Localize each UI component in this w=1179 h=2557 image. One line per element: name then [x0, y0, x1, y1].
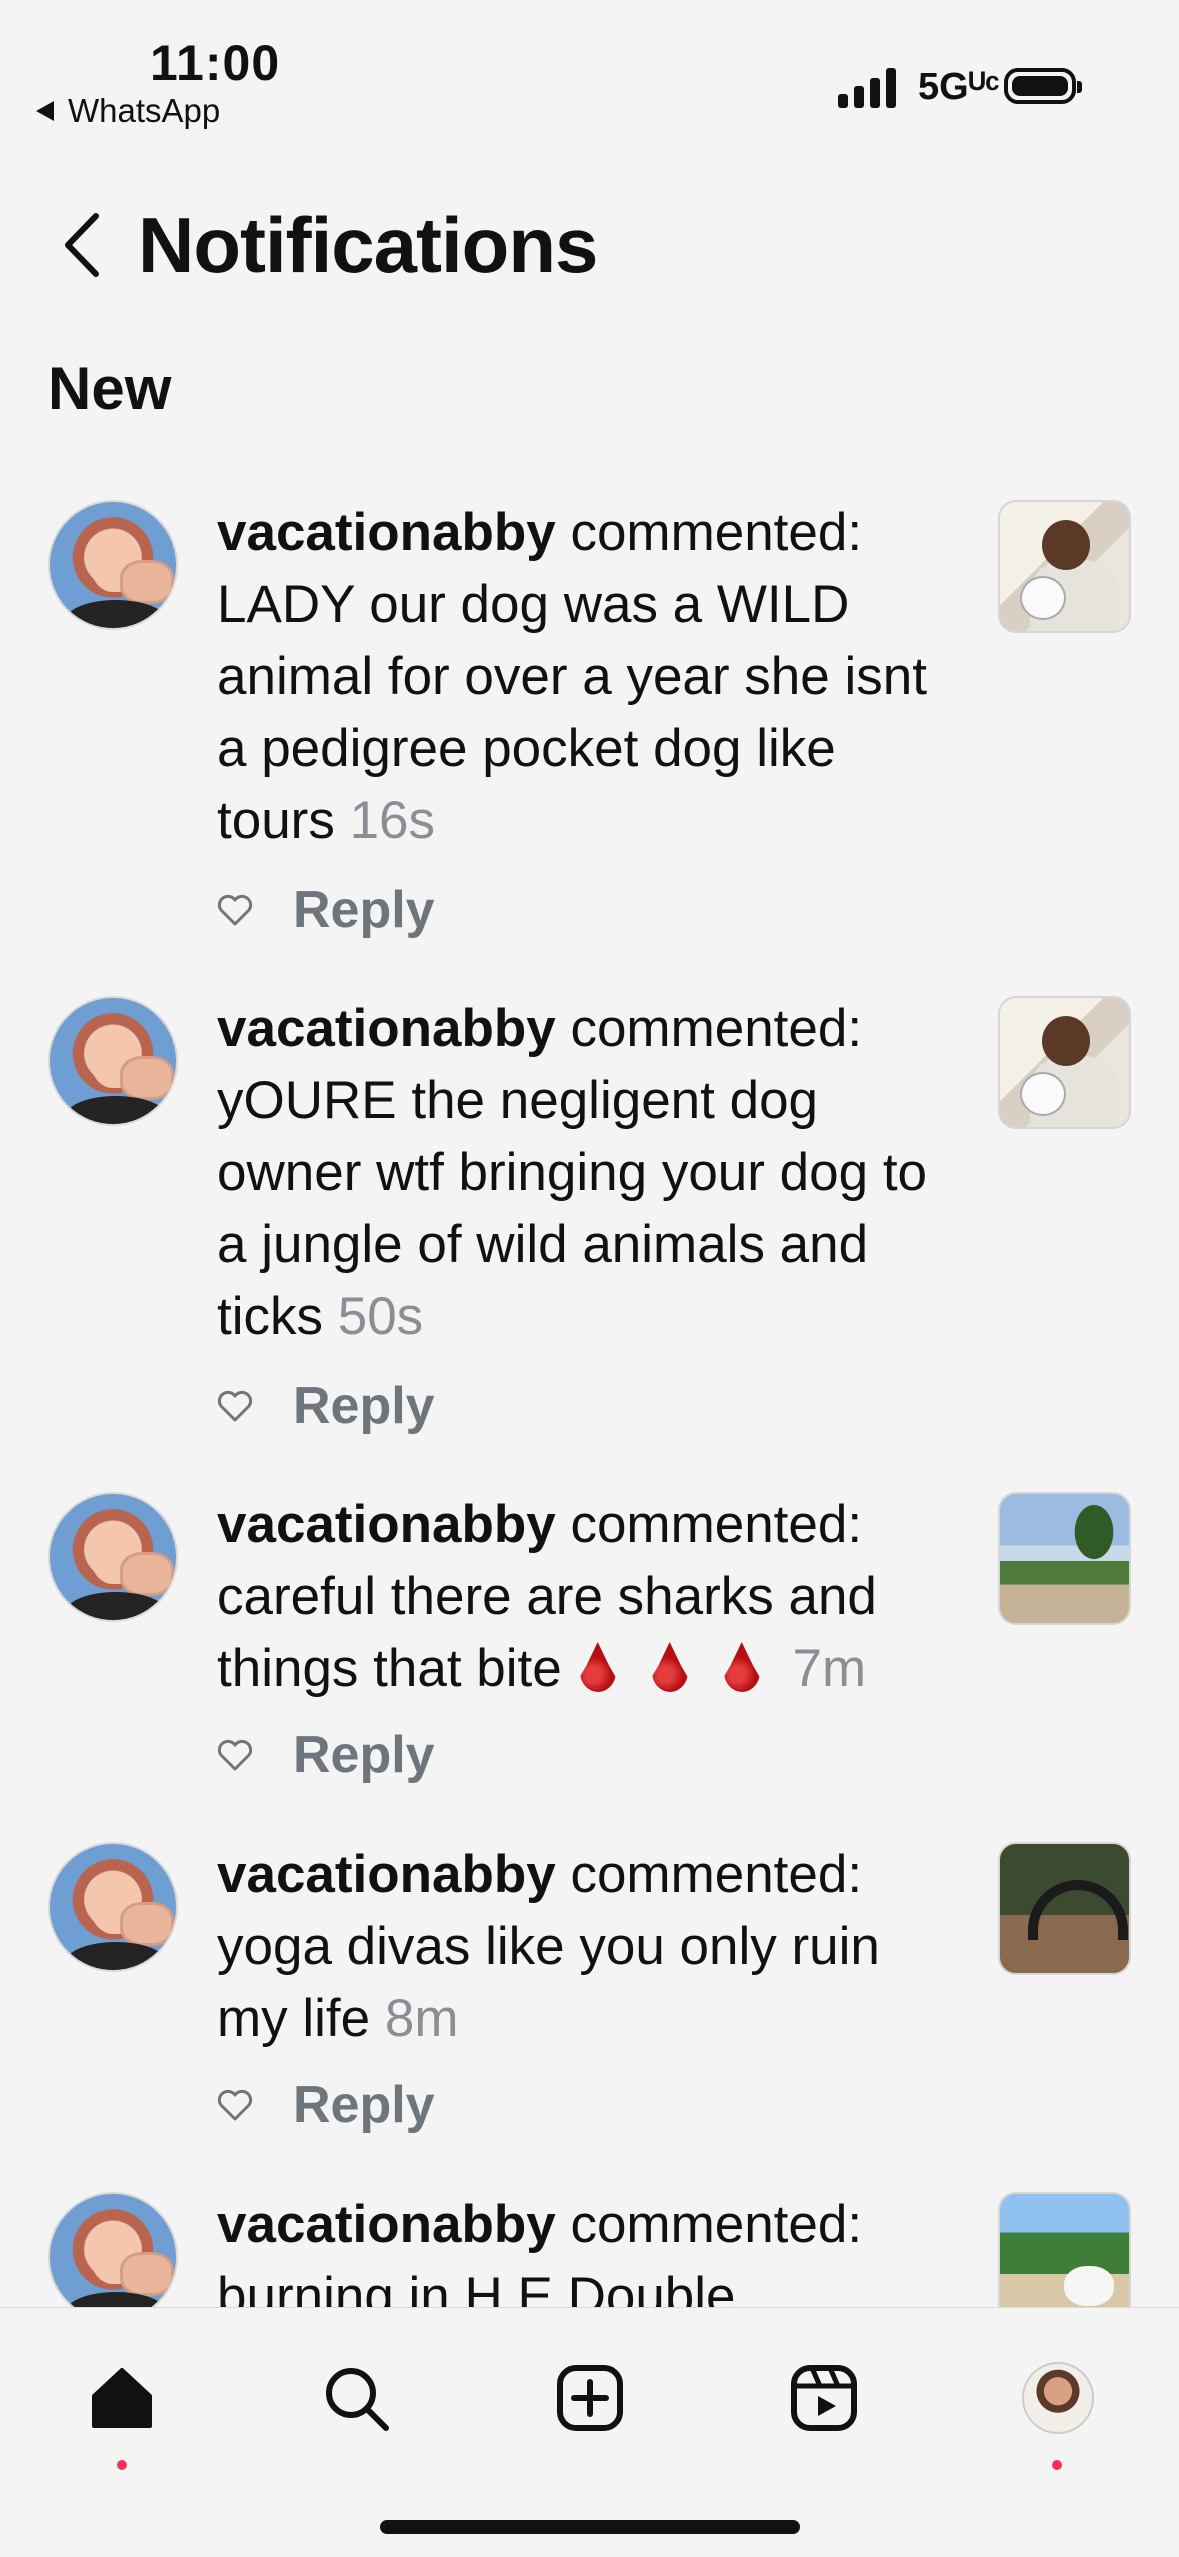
back-chevron-icon[interactable] — [60, 212, 104, 278]
reply-button[interactable]: Reply — [293, 1376, 435, 1436]
avatar[interactable] — [48, 996, 178, 1126]
blood-drop-icon — [579, 1642, 616, 1692]
username[interactable]: vacationabby — [217, 503, 556, 562]
timestamp: 8m — [384, 1989, 459, 2048]
reply-button[interactable]: Reply — [293, 2075, 435, 2135]
blood-drop-icon — [651, 1642, 688, 1692]
back-to-app-button[interactable]: WhatsApp — [36, 92, 220, 130]
search-icon — [326, 2368, 389, 2431]
username[interactable]: vacationabby — [217, 1845, 556, 1904]
section-label-new: New — [48, 355, 172, 422]
tab-reels[interactable] — [774, 2348, 874, 2448]
battery-icon — [1004, 68, 1082, 104]
post-thumbnail[interactable] — [998, 2192, 1131, 2307]
notification-item[interactable]: vacationabby commented: LADY our dog was… — [0, 485, 1179, 981]
notification-dot — [1052, 2460, 1062, 2470]
comment-text: yoga divas like you only ruin my life — [217, 1917, 880, 2048]
comment-text: LADY our dog was a WILD animal for over … — [217, 575, 927, 850]
notification-text: vacationabby commented: burning in H.E D… — [217, 2189, 957, 2307]
username[interactable]: vacationabby — [217, 2195, 556, 2254]
notifications-list[interactable]: vacationabby commented: LADY our dog was… — [0, 485, 1179, 2307]
heart-icon[interactable] — [217, 1738, 253, 1772]
notification-item[interactable]: vacationabby commented: yOURE the neglig… — [0, 981, 1179, 1477]
status-time: 11:00 — [150, 35, 281, 91]
username[interactable]: vacationabby — [217, 1495, 556, 1554]
post-thumbnail[interactable] — [998, 996, 1131, 1129]
heart-icon[interactable] — [217, 893, 253, 927]
network-type: 5Gᵁᶜ — [918, 66, 1000, 108]
blood-drop-icon — [723, 1642, 760, 1692]
reels-icon — [791, 2365, 857, 2431]
post-thumbnail[interactable] — [998, 1492, 1131, 1625]
avatar[interactable] — [48, 500, 178, 630]
notification-item[interactable]: vacationabby commented: careful there ar… — [0, 1477, 1179, 1827]
notification-dot — [117, 2460, 127, 2470]
tab-home[interactable] — [72, 2348, 172, 2448]
profile-avatar — [1022, 2362, 1094, 2434]
post-thumbnail[interactable] — [998, 500, 1131, 633]
tab-create[interactable] — [540, 2348, 640, 2448]
action-text: commented: — [555, 999, 863, 1058]
comment-text: yOURE the negligent dog owner wtf bringi… — [217, 1071, 928, 1346]
avatar[interactable] — [48, 2192, 178, 2307]
timestamp: 50s — [337, 1287, 424, 1346]
back-triangle-icon — [36, 101, 54, 121]
back-app-label: WhatsApp — [68, 92, 221, 129]
tab-profile[interactable] — [1008, 2348, 1108, 2448]
cellular-signal-icon — [838, 66, 896, 108]
notification-item[interactable]: vacationabby commented: yoga divas like … — [0, 1827, 1179, 2177]
avatar[interactable] — [48, 1492, 178, 1622]
reply-button[interactable]: Reply — [293, 1725, 435, 1785]
action-text: commented: — [555, 503, 863, 562]
notification-text: vacationabby commented: yoga divas like … — [217, 1839, 957, 2055]
notification-text: vacationabby commented: LADY our dog was… — [217, 497, 957, 857]
home-icon — [92, 2368, 152, 2428]
comment-actions: Reply — [217, 1725, 435, 1785]
page-title: Notifications — [138, 201, 598, 289]
comment-actions: Reply — [217, 1376, 435, 1436]
page-header: Notifications — [0, 190, 1179, 300]
username[interactable]: vacationabby — [217, 999, 556, 1058]
comment-text: careful there are sharks and things that… — [217, 1567, 877, 1698]
create-icon — [557, 2365, 623, 2431]
post-thumbnail[interactable] — [998, 1842, 1131, 1975]
notification-item[interactable]: vacationabby commented: burning in H.E D… — [0, 2177, 1179, 2307]
action-text: commented: — [555, 2195, 863, 2254]
action-text: commented: — [555, 1845, 863, 1904]
notification-text: vacationabby commented: yOURE the neglig… — [217, 993, 957, 1353]
home-indicator[interactable] — [380, 2520, 800, 2534]
comment-text: burning in H.E Double — [217, 2267, 736, 2307]
tab-search[interactable] — [306, 2348, 406, 2448]
notification-text: vacationabby commented: careful there ar… — [217, 1489, 957, 1705]
avatar[interactable] — [48, 1842, 178, 1972]
heart-icon[interactable] — [217, 1389, 253, 1423]
reply-button[interactable]: Reply — [293, 880, 435, 940]
timestamp: 7m — [792, 1639, 867, 1698]
timestamp: 16s — [349, 791, 436, 850]
heart-icon[interactable] — [217, 2088, 253, 2122]
action-text: commented: — [555, 1495, 863, 1554]
comment-actions: Reply — [217, 880, 435, 940]
comment-actions: Reply — [217, 2075, 435, 2135]
status-bar: 11:00 WhatsApp 5Gᵁᶜ — [0, 0, 1179, 150]
